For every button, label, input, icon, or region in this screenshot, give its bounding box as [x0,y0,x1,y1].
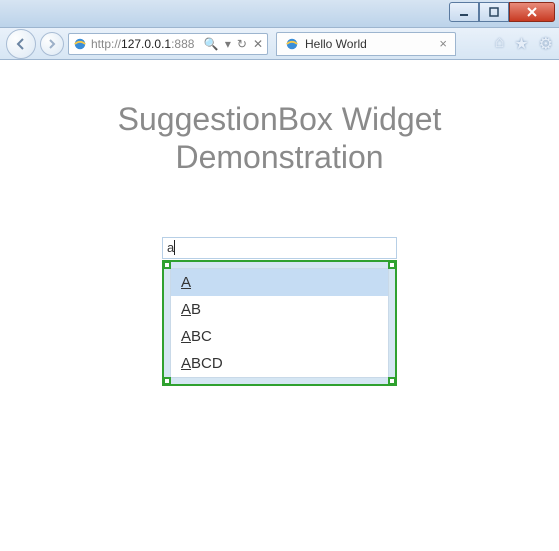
home-icon[interactable]: ⌂ [495,34,505,54]
arrow-right-icon [47,39,57,49]
refresh-icon[interactable]: ↻ [237,37,247,51]
arrow-left-icon [15,38,27,50]
resize-handle-br[interactable] [388,377,396,385]
suggestion-match: A [181,328,191,345]
suggestion-item[interactable]: AB [171,296,388,323]
back-button[interactable] [6,29,36,59]
navigation-bar: http://127.0.0.1:888 🔍 ▾ ↻ ✕ Hello World… [0,28,559,60]
page-content: SuggestionBox Widget Demonstration AABAB… [0,100,559,551]
suggestion-match: A [181,274,191,291]
maximize-icon [489,7,499,17]
suggestion-item[interactable]: A [171,269,388,296]
forward-button[interactable] [40,32,64,56]
resize-handle-tl[interactable] [163,261,171,269]
page-title: SuggestionBox Widget Demonstration [20,100,539,177]
suggestion-match: A [181,301,191,318]
browser-tab[interactable]: Hello World × [276,32,456,56]
search-icon[interactable]: 🔍 [204,37,219,51]
ie-logo-icon [73,37,87,51]
suggestion-box-widget: AABABCABCD [162,237,397,386]
suggestion-rest: BCD [191,355,223,372]
browser-window: http://127.0.0.1:888 🔍 ▾ ↻ ✕ Hello World… [0,0,559,551]
window-controls [449,2,555,22]
minimize-button[interactable] [449,2,479,22]
stop-icon[interactable]: ✕ [253,37,263,51]
suggestion-rest: BC [191,328,212,345]
url-host: 127.0.0.1 [121,37,171,51]
close-icon [526,6,538,18]
page-icon [285,37,299,51]
suggestion-item[interactable]: ABC [171,323,388,350]
dropdown-icon[interactable]: ▾ [225,37,231,51]
favorites-icon[interactable]: ★ [514,34,528,54]
address-bar-icons: 🔍 ▾ ↻ ✕ [204,37,263,51]
toolbar-icons: ⌂ ★ ⚙ [495,34,553,54]
tab-title: Hello World [305,37,367,51]
suggestion-match: A [181,355,191,372]
resize-handle-bl[interactable] [163,377,171,385]
tab-close-icon[interactable]: × [439,36,447,51]
suggestion-rest: B [191,301,201,318]
resize-handle-tr[interactable] [388,261,396,269]
close-button[interactable] [509,2,555,22]
url-text: http://127.0.0.1:888 [91,37,194,51]
suggestion-input[interactable] [162,237,397,259]
suggestion-list: AABABCABCD [170,268,389,378]
address-bar[interactable]: http://127.0.0.1:888 🔍 ▾ ↻ ✕ [68,33,268,55]
text-caret [174,240,175,255]
minimize-icon [459,7,469,17]
title-bar [0,0,559,28]
suggestion-item[interactable]: ABCD [171,350,388,377]
url-port: :888 [171,37,194,51]
url-scheme: http:// [91,37,121,51]
maximize-button[interactable] [479,2,509,22]
settings-icon[interactable]: ⚙ [539,34,553,54]
suggestion-popup: AABABCABCD [162,260,397,386]
